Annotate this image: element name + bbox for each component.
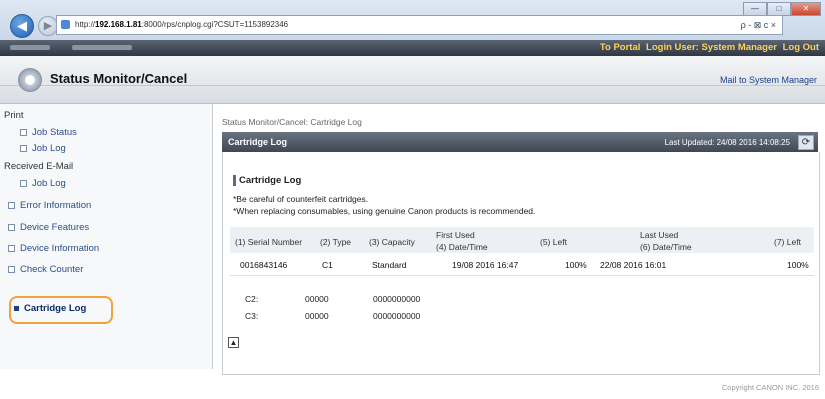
mail-to-system-manager-link[interactable]: Mail to System Manager: [720, 75, 817, 85]
header-left-2: (7) Left: [774, 237, 801, 247]
page-top-icon[interactable]: ▲: [228, 337, 239, 348]
sidebar-item-device-information[interactable]: Device Information: [8, 243, 99, 254]
sidebar-item-check-counter[interactable]: Check Counter: [8, 264, 83, 275]
nav-buttons: ◀ ▶: [10, 14, 58, 38]
cell-capacity: Standard: [372, 260, 407, 270]
section-title: Cartridge Log: [233, 175, 301, 186]
header-last-used: Last Used: [640, 230, 679, 240]
browser-chrome: — □ ✕ ◀ ▶ http://192.168.1.81:8000/rps/c…: [0, 0, 825, 41]
device-name-blurred: [10, 45, 50, 50]
sidebar-heading-received-email: Received E-Mail: [4, 161, 74, 172]
header-last-datetime: (6) Date/Time: [640, 242, 692, 252]
counter-value-b: 0000000000: [373, 311, 421, 321]
forward-arrow-icon[interactable]: ▶: [38, 16, 58, 36]
sidebar-item-received-job-log[interactable]: Job Log: [20, 178, 66, 189]
device-location-blurred: [72, 45, 132, 50]
note-genuine: *When replacing consumables, using genui…: [233, 206, 536, 216]
header-serial: (1) Serial Number: [235, 237, 303, 247]
header-first-used: First Used: [436, 230, 475, 240]
selection-highlight: [9, 296, 113, 324]
cell-left-1: 100%: [565, 260, 587, 270]
status-monitor-icon: [18, 68, 42, 92]
back-arrow-icon[interactable]: ◀: [10, 14, 34, 38]
breadcrumb: Status Monitor/Cancel: Cartridge Log: [222, 117, 362, 127]
cell-type: C1: [322, 260, 333, 270]
sidebar-item-job-log[interactable]: Job Log: [20, 143, 66, 154]
last-updated-text: Last Updated: 24/08 2016 14:08:25: [664, 138, 790, 147]
cell-serial: 0016843146: [240, 260, 288, 270]
cell-first-datetime: 19/08 2016 16:47: [452, 260, 519, 270]
login-user-text: Login User: System Manager: [646, 42, 777, 53]
table-header: [230, 227, 814, 253]
copyright-text: Copyright CANON INC. 2016: [721, 383, 819, 392]
page-title: Status Monitor/Cancel: [50, 71, 188, 86]
logout-link[interactable]: Log Out: [783, 42, 819, 53]
note-counterfeit: *Be careful of counterfeit cartridges.: [233, 194, 369, 204]
header-type: (2) Type: [320, 237, 352, 247]
sidebar-item-job-status[interactable]: Job Status: [20, 127, 77, 138]
sidebar-item-error-information[interactable]: Error Information: [8, 200, 91, 211]
content-title-bar: Cartridge Log Last Updated: 24/08 2016 1…: [222, 132, 818, 152]
url-text: http://192.168.1.81:8000/rps/cnplog.cgi?…: [75, 20, 289, 29]
sidebar-heading-print: Print: [4, 110, 24, 121]
counter-value-a: 00000: [305, 294, 329, 304]
device-top-bar: To Portal Login User: System Manager Log…: [0, 40, 825, 56]
counter-value-b: 0000000000: [373, 294, 421, 304]
header-left-1: (5) Left: [540, 237, 567, 247]
site-favicon-icon: [61, 20, 70, 29]
maximize-button[interactable]: □: [767, 2, 791, 16]
page-header: Status Monitor/Cancel Mail to System Man…: [0, 56, 825, 104]
window-controls: — □ ✕: [743, 2, 821, 16]
sidebar-item-device-features[interactable]: Device Features: [8, 222, 89, 233]
cell-left-2: 100%: [787, 260, 809, 270]
cell-last-datetime: 22/08 2016 16:01: [600, 260, 667, 270]
refresh-icon[interactable]: ⟳: [798, 135, 814, 150]
content-title: Cartridge Log: [228, 137, 288, 147]
counter-label: C2:: [245, 294, 259, 304]
header-first-datetime: (4) Date/Time: [436, 242, 488, 252]
counter-label: C3:: [245, 311, 259, 321]
to-portal-link[interactable]: To Portal: [600, 42, 640, 53]
header-capacity: (3) Capacity: [369, 237, 415, 247]
close-window-button[interactable]: ✕: [791, 2, 821, 16]
address-bar[interactable]: http://192.168.1.81:8000/rps/cnplog.cgi?…: [56, 15, 783, 35]
table-row: [230, 253, 814, 276]
address-tools[interactable]: ρ - ⊠ c ×: [741, 16, 776, 34]
top-links: To Portal Login User: System Manager Log…: [597, 40, 819, 56]
minimize-button[interactable]: —: [743, 2, 767, 16]
counter-value-a: 00000: [305, 311, 329, 321]
